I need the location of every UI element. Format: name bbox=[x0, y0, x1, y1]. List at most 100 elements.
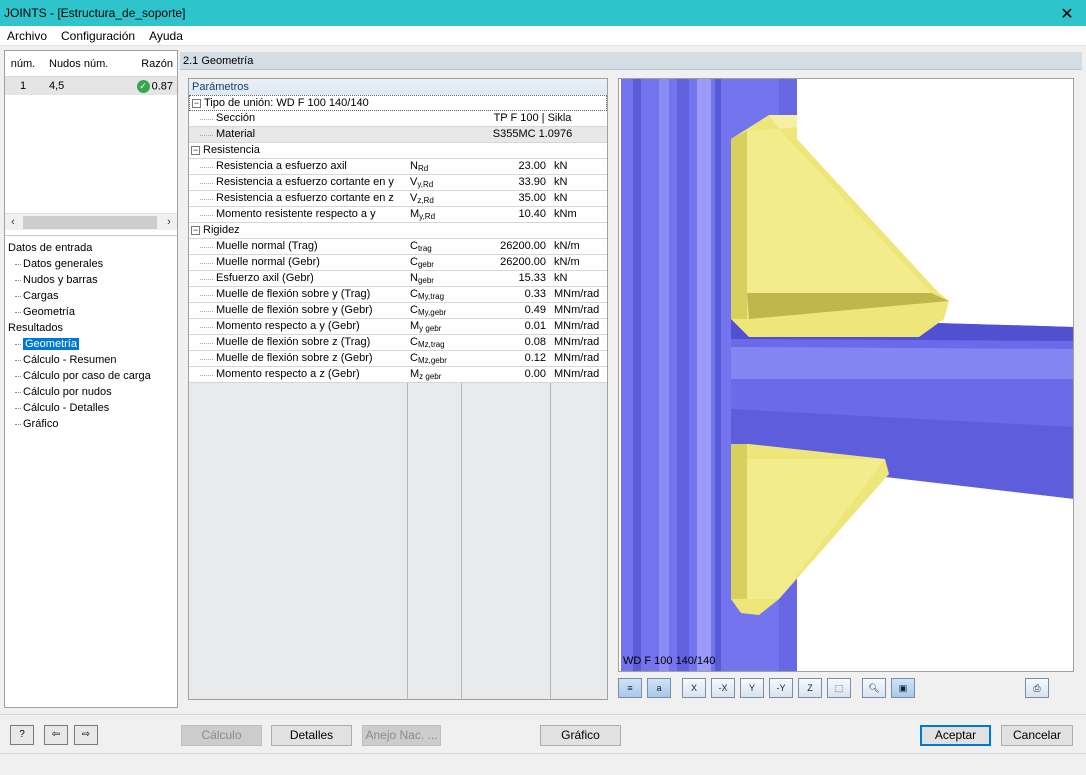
scroll-thumb[interactable] bbox=[23, 215, 157, 229]
param-symbol-main: N bbox=[410, 160, 418, 172]
param-value[interactable]: TP F 100 | Sikla bbox=[461, 111, 604, 126]
col-num-header[interactable]: núm. bbox=[5, 58, 41, 70]
param-value[interactable]: 0.08 bbox=[461, 335, 550, 350]
view-minus-x-icon[interactable]: -X bbox=[711, 678, 735, 698]
param-value[interactable]: 35.00 bbox=[461, 191, 550, 206]
tree-item-nudos-barras[interactable]: Nudos y barras bbox=[5, 272, 177, 288]
view-x-icon[interactable]: X bbox=[682, 678, 706, 698]
tree-item-calculo-resumen[interactable]: Cálculo - Resumen bbox=[5, 352, 177, 368]
param-name: Muelle de flexión sobre y (Gebr) bbox=[189, 303, 407, 318]
graphic-button[interactable]: Gráfico bbox=[540, 725, 621, 746]
horizontal-scrollbar[interactable]: ‹ › bbox=[5, 213, 177, 230]
scroll-track[interactable] bbox=[21, 215, 161, 229]
param-name: Momento respecto a z (Gebr) bbox=[189, 367, 407, 382]
tree-input-header[interactable]: Datos de entrada bbox=[5, 240, 177, 256]
view-y-icon[interactable]: Y bbox=[740, 678, 764, 698]
param-unit: kN/m bbox=[554, 240, 580, 252]
accept-button[interactable]: Aceptar bbox=[920, 725, 991, 746]
3d-view[interactable]: WD F 100 140/140 bbox=[618, 78, 1074, 672]
param-value[interactable]: 26200.00 bbox=[461, 239, 550, 254]
param-value[interactable]: 0.00 bbox=[461, 367, 550, 382]
calc-button[interactable]: Cálculo bbox=[181, 725, 262, 746]
details-button[interactable]: Detalles bbox=[271, 725, 352, 746]
param-name: Muelle de flexión sobre z (Trag) bbox=[189, 335, 407, 350]
param-row[interactable]: Muelle de flexión sobre y (Trag) CMy,trag… bbox=[189, 287, 607, 303]
param-value[interactable]: 10.40 bbox=[461, 207, 550, 222]
param-row[interactable]: Muelle de flexión sobre z (Gebr) CMz,gebr… bbox=[189, 351, 607, 367]
joint-3d-drawing bbox=[619, 79, 1073, 671]
resistance-group-row[interactable]: − Resistencia bbox=[189, 143, 607, 159]
tree-item-datos-generales[interactable]: Datos generales bbox=[5, 256, 177, 272]
param-value[interactable]: 15.33 bbox=[461, 271, 550, 286]
menu-archivo[interactable]: Archivo bbox=[0, 29, 54, 43]
section-row[interactable]: Sección TP F 100 | Sikla bbox=[189, 111, 607, 127]
help-icon[interactable]: ? bbox=[10, 725, 34, 745]
param-value[interactable]: 0.01 bbox=[461, 319, 550, 334]
param-value[interactable]: S355MC 1.0976 bbox=[461, 127, 604, 142]
material-row[interactable]: Material S355MC 1.0976 bbox=[189, 127, 607, 143]
cancel-button[interactable]: Cancelar bbox=[1001, 725, 1073, 746]
param-symbol-sub: Mz,trag bbox=[417, 340, 445, 349]
tree-item-geometria-input[interactable]: Geometría bbox=[5, 304, 177, 320]
scroll-right-icon[interactable]: › bbox=[161, 216, 177, 228]
param-value[interactable]: 0.12 bbox=[461, 351, 550, 366]
tree-item-calculo-nudos[interactable]: Cálculo por nudos bbox=[5, 384, 177, 400]
annex-button[interactable]: Anejo Nac. ... bbox=[362, 725, 441, 746]
param-symbol-sub: z gebr bbox=[419, 372, 442, 381]
param-row[interactable]: Muelle de flexión sobre y (Gebr) CMy,gebr… bbox=[189, 303, 607, 319]
stiffness-header: Rigidez bbox=[203, 224, 240, 236]
tree-item-geometria-selected[interactable]: Geometría bbox=[5, 336, 177, 352]
param-symbol-sub: Rd bbox=[417, 164, 429, 173]
close-icon[interactable]: ✕ bbox=[1058, 4, 1076, 24]
scroll-left-icon[interactable]: ‹ bbox=[5, 216, 21, 228]
show-labels-icon[interactable]: a bbox=[647, 678, 671, 698]
table-row[interactable]: 1 4,5 ✓ 0.87 bbox=[5, 77, 177, 95]
param-row[interactable]: Esfuerzo axil (Gebr) Ngebr 15.33 kN bbox=[189, 271, 607, 287]
param-symbol-sub: y gebr bbox=[419, 324, 442, 333]
param-value[interactable]: 23.00 bbox=[461, 159, 550, 174]
param-row[interactable]: Muelle normal (Gebr) Cgebr 26200.00 kN/m bbox=[189, 255, 607, 271]
tree-item-grafico[interactable]: Gráfico bbox=[5, 416, 177, 432]
param-value[interactable]: 0.33 bbox=[461, 287, 550, 302]
param-unit: kN bbox=[554, 160, 568, 172]
menu-ayuda[interactable]: Ayuda bbox=[142, 29, 190, 43]
collapse-icon[interactable]: − bbox=[192, 98, 201, 108]
export-icon[interactable]: ⇨ bbox=[74, 725, 98, 745]
view-minus-y-icon[interactable]: -Y bbox=[769, 678, 793, 698]
joint-type-row[interactable]: − Tipo de unión: WD F 100 140/140 bbox=[189, 95, 607, 111]
param-row[interactable]: Resistencia a esfuerzo axil NRd 23.00 kN bbox=[189, 159, 607, 175]
param-name: Muelle de flexión sobre z (Gebr) bbox=[189, 351, 407, 366]
isometric-icon[interactable]: ⬚ bbox=[827, 678, 851, 698]
param-value[interactable]: 33.90 bbox=[461, 175, 550, 190]
param-value[interactable]: 0.49 bbox=[461, 303, 550, 318]
import-icon[interactable]: ⇦ bbox=[44, 725, 68, 745]
param-row[interactable]: Momento respecto a y (Gebr) My gebr 0.01 MN… bbox=[189, 319, 607, 335]
param-row[interactable]: Resistencia a esfuerzo cortante en z Vz,R… bbox=[189, 191, 607, 207]
param-row[interactable]: Momento respecto a z (Gebr) Mz gebr 0.00 MN… bbox=[189, 367, 607, 383]
col-nodes-header[interactable]: Nudos núm. bbox=[41, 58, 121, 70]
transparent-icon[interactable]: ▣ bbox=[891, 678, 915, 698]
param-row[interactable]: Momento resistente respecto a y My,Rd 10.4… bbox=[189, 207, 607, 223]
stiffness-group-row[interactable]: − Rigidez bbox=[189, 223, 607, 239]
collapse-icon[interactable]: − bbox=[191, 146, 200, 155]
row-num: 1 bbox=[19, 80, 27, 92]
param-name: Material bbox=[189, 127, 407, 142]
tree-item-cargas[interactable]: Cargas bbox=[5, 288, 177, 304]
view-z-icon[interactable]: Z bbox=[798, 678, 822, 698]
param-symbol: CMy,trag bbox=[407, 287, 461, 302]
param-value[interactable]: 26200.00 bbox=[461, 255, 550, 270]
print-icon[interactable]: ⎙ bbox=[1025, 678, 1049, 698]
row-ratio-cell: ✓ 0.87 bbox=[121, 79, 177, 93]
col-ratio-header[interactable]: Razón bbox=[121, 58, 177, 70]
show-values-icon[interactable]: ≡ bbox=[618, 678, 642, 698]
section-title: 2.1 Geometría bbox=[180, 52, 1082, 70]
param-row[interactable]: Muelle de flexión sobre z (Trag) CMz,trag… bbox=[189, 335, 607, 351]
menu-configuracion[interactable]: Configuración bbox=[54, 29, 142, 43]
tree-item-calculo-caso[interactable]: Cálculo por caso de carga bbox=[5, 368, 177, 384]
tree-item-calculo-detalles[interactable]: Cálculo - Detalles bbox=[5, 400, 177, 416]
tree-results-header[interactable]: Resultados bbox=[5, 320, 177, 336]
param-row[interactable]: Muelle normal (Trag) Ctrag 26200.00 kN/m bbox=[189, 239, 607, 255]
collapse-icon[interactable]: − bbox=[191, 226, 200, 235]
param-row[interactable]: Resistencia a esfuerzo cortante en y Vy,R… bbox=[189, 175, 607, 191]
zoom-icon[interactable]: 🔍︎ bbox=[862, 678, 886, 698]
